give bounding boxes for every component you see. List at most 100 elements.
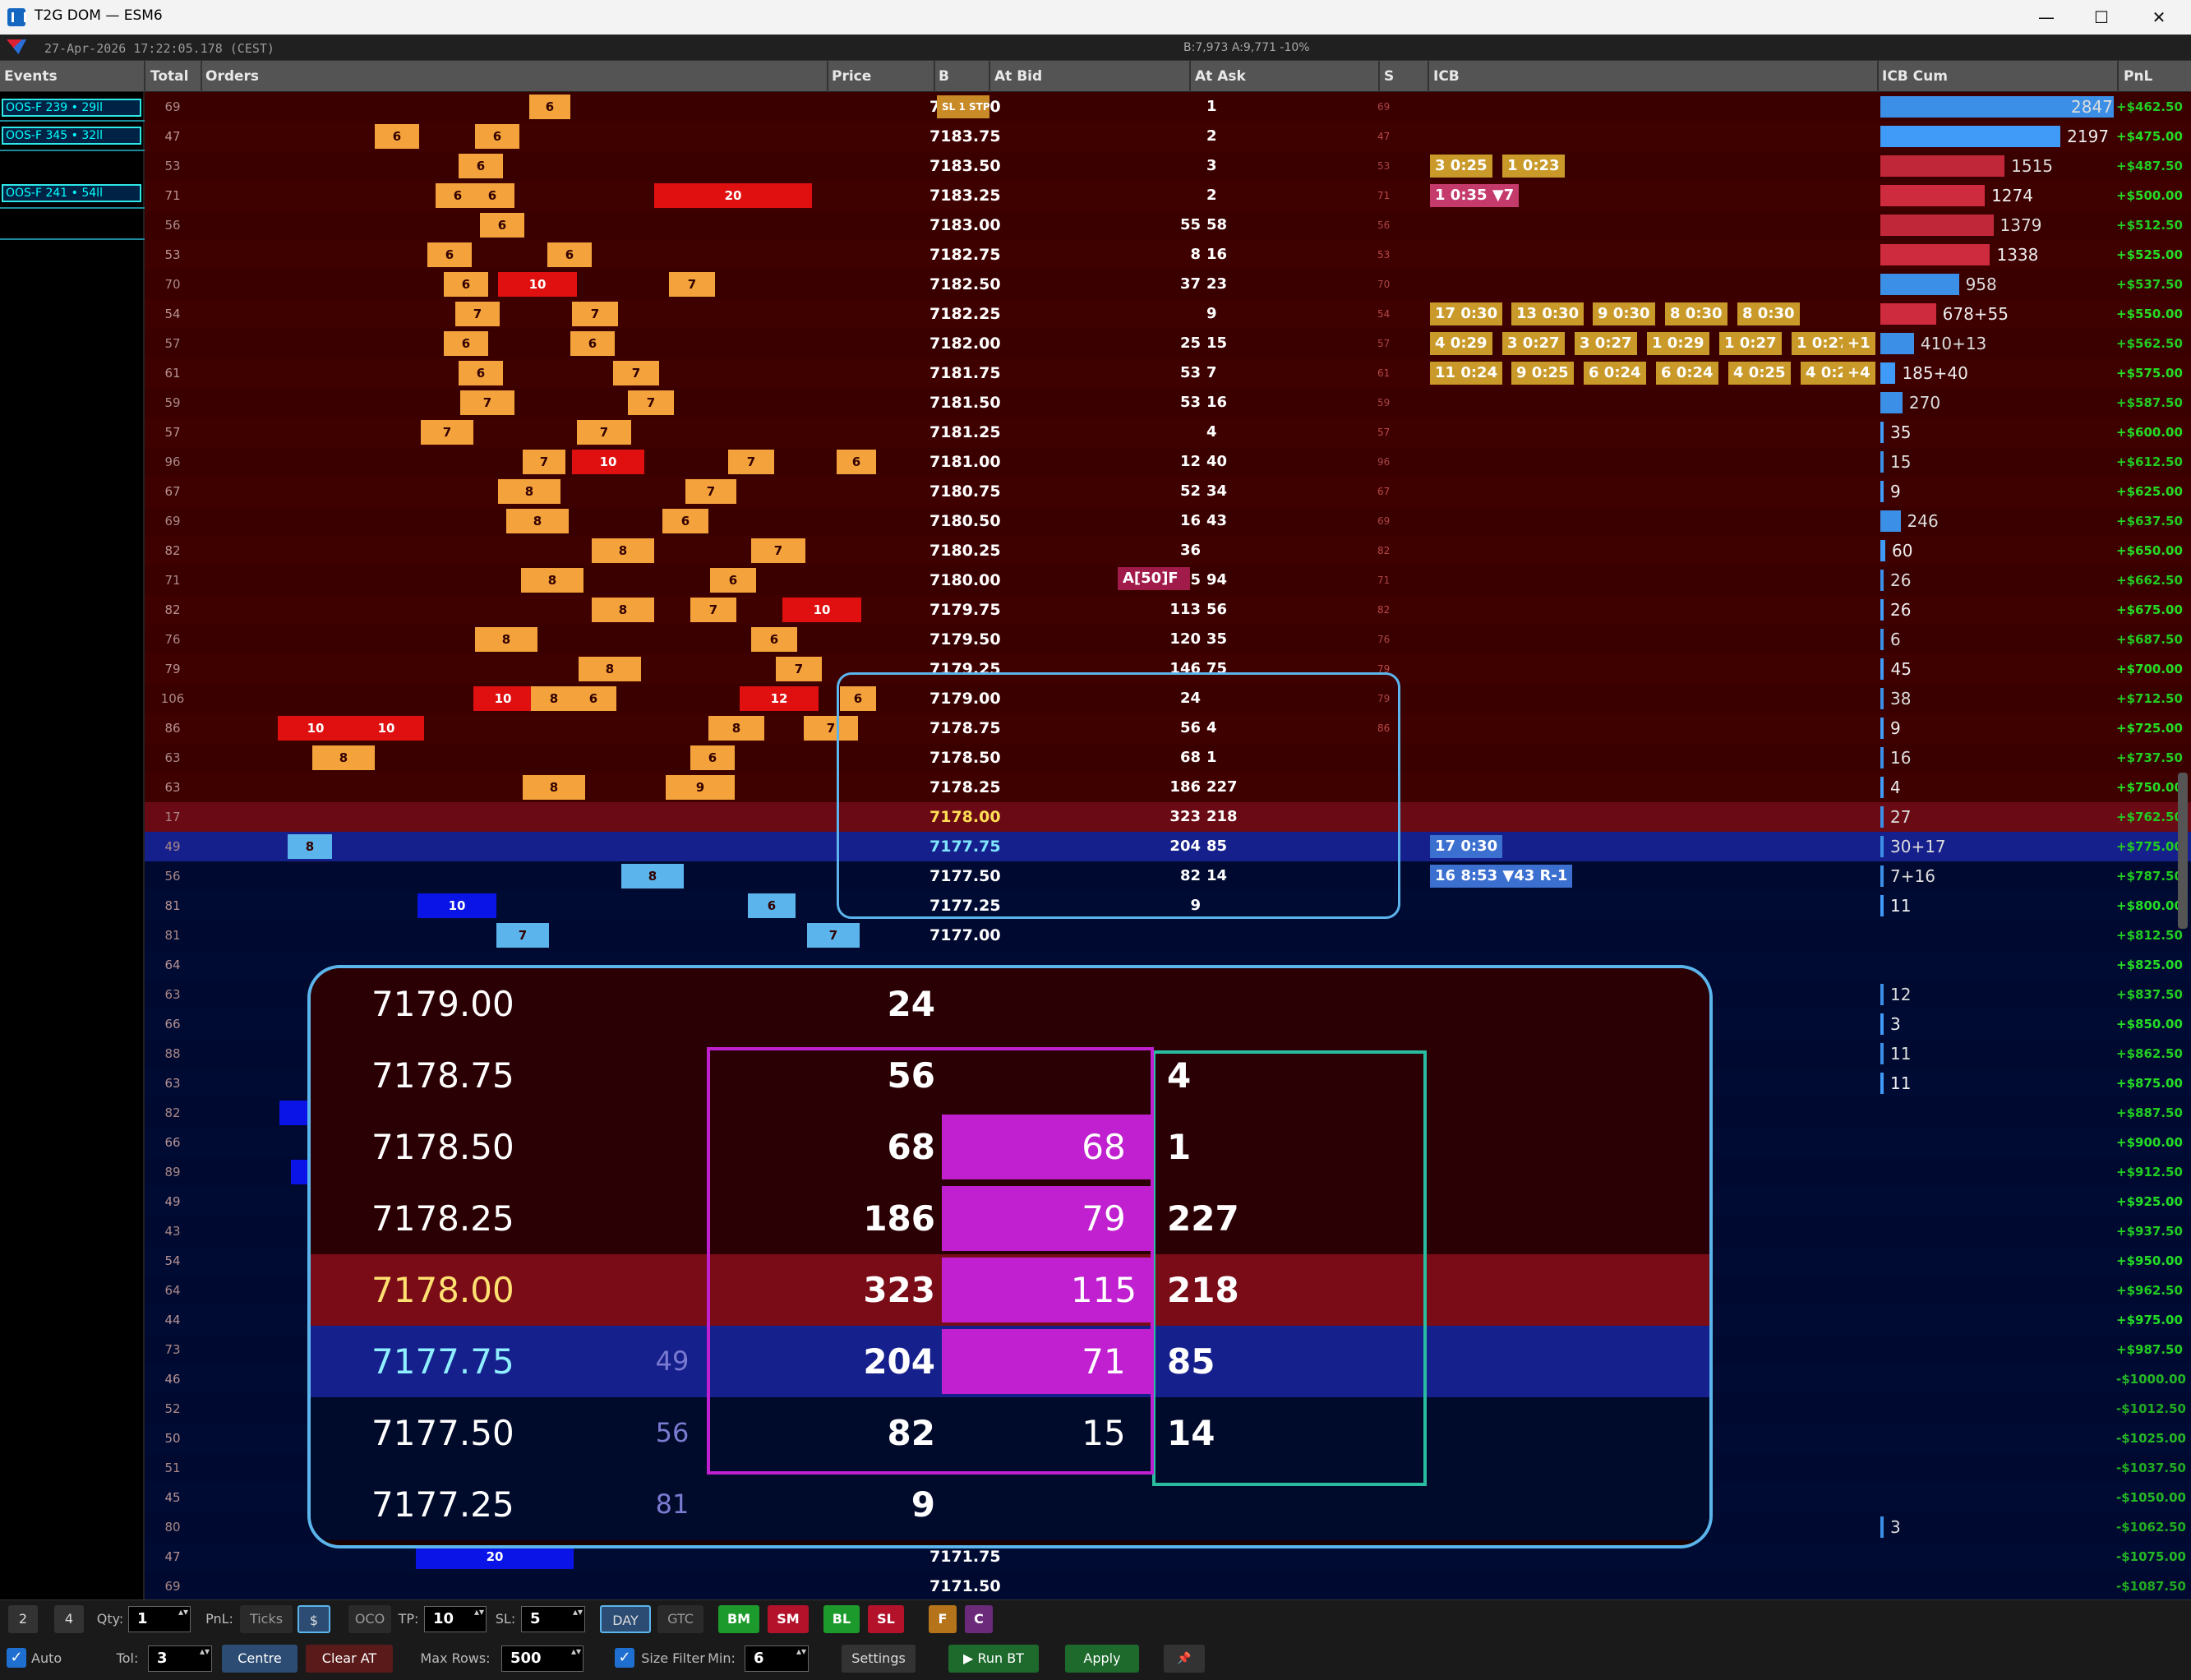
ladder-row[interactable]: 61 7181.75 53 7 61 185+40 +$575.00 (145, 358, 2191, 388)
stop-loss-tag[interactable]: SL 1 STP (937, 95, 990, 118)
icb-tag[interactable]: 13 0:30 (1511, 302, 1584, 325)
resting-order-block[interactable]: 7 (496, 923, 549, 948)
col-orders[interactable]: Orders (205, 68, 259, 85)
col-icb-cum[interactable]: ICB Cum (1882, 68, 1948, 85)
icb-extra-tag[interactable]: +4 (1843, 362, 1875, 385)
resting-order-block[interactable]: 6 (570, 686, 616, 711)
qty-stepper[interactable]: 1 (128, 1606, 191, 1632)
resting-order-block[interactable]: 7 (685, 479, 736, 504)
resting-order-block[interactable]: 10 (782, 598, 861, 622)
resting-order-block[interactable]: 6 (459, 154, 503, 178)
pin-icon[interactable]: 📌 (1164, 1645, 1205, 1673)
icb-tag[interactable]: 3 0:25 (1430, 155, 1492, 178)
col-pnl[interactable]: PnL (2124, 68, 2152, 85)
run-bt-button[interactable]: ▶ Run BT (948, 1645, 1039, 1673)
col-at-ask[interactable]: At Ask (1195, 68, 1246, 85)
ladder-row[interactable]: 96 7181.00 12 40 96 15 +$612.50 (145, 447, 2191, 477)
icb-tag[interactable]: 8 0:30 (1665, 302, 1727, 325)
resting-order-block[interactable]: 7 (523, 450, 565, 474)
icb-tag[interactable]: 17 0:30 (1430, 302, 1503, 325)
resting-order-block[interactable]: 8 (592, 598, 654, 622)
icb-tag[interactable]: 16 8:53 ▼43 R-1 (1430, 865, 1573, 888)
col-icb[interactable]: ICB (1433, 68, 1460, 85)
resting-order-block[interactable]: 7 (577, 420, 631, 445)
ladder-row[interactable]: 59 7181.50 53 16 59 270 +$587.50 (145, 388, 2191, 418)
ladder-row[interactable]: 82 7179.75 113 56 82 26 +$675.00 (145, 595, 2191, 625)
tp-stepper[interactable]: 10 (424, 1606, 487, 1632)
resting-order-block[interactable]: 6 (748, 893, 796, 918)
preset-2-button[interactable]: 2 (8, 1605, 38, 1633)
resting-order-block[interactable]: 6 (427, 242, 472, 267)
col-b[interactable]: B (939, 68, 949, 85)
icb-tag[interactable]: 3 0:27 (1575, 332, 1637, 355)
icb-tag[interactable]: 1 0:27 (1719, 332, 1782, 355)
ladder-row[interactable]: 67 7180.75 52 34 67 9 +$625.00 (145, 477, 2191, 506)
resting-order-block[interactable]: 6 (710, 568, 756, 593)
maximize-button[interactable]: ☐ (2077, 3, 2126, 31)
ladder-row[interactable]: 54 7182.25 9 54 678+55 +$550.00 (145, 299, 2191, 329)
ladder-row[interactable]: 53 7183.50 3 53 1515 +$487.50 (145, 151, 2191, 181)
f-button[interactable]: F (929, 1605, 957, 1633)
resting-order-block[interactable]: 10 (473, 686, 533, 711)
icb-tag[interactable]: 6 0:24 (1584, 362, 1646, 385)
ladder-row[interactable]: 69 7171.50 -$1087.50 (145, 1572, 2191, 1599)
close-button[interactable]: ✕ (2134, 3, 2184, 31)
resting-order-block[interactable]: 8 (475, 627, 537, 652)
resting-order-block[interactable]: 8 (498, 479, 560, 504)
resting-order-block[interactable]: 6 (547, 242, 592, 267)
resting-order-block[interactable]: 9 (666, 775, 735, 800)
resting-order-block[interactable]: 6 (470, 183, 514, 208)
ladder-row[interactable]: 81 7177.00 +$812.50 (145, 921, 2191, 950)
resting-order-block[interactable]: 8 (523, 775, 585, 800)
resting-order-block[interactable]: 10 (348, 716, 424, 741)
resting-order-block[interactable]: 10 (498, 272, 577, 297)
max-rows-stepper[interactable]: 500 (501, 1645, 583, 1672)
clear-at-button[interactable]: Clear AT (306, 1645, 393, 1673)
icb-tag[interactable]: 1 0:23 (1502, 155, 1565, 178)
preset-4-button[interactable]: 4 (54, 1605, 84, 1633)
icb-tag[interactable]: 8 0:30 (1737, 302, 1800, 325)
resting-order-block[interactable]: 6 (837, 450, 876, 474)
resting-order-block[interactable]: 6 (570, 331, 615, 356)
resting-order-block[interactable]: 7 (728, 450, 774, 474)
col-at-bid[interactable]: At Bid (994, 68, 1042, 85)
resting-order-block[interactable]: 6 (375, 124, 419, 149)
ladder-row[interactable]: 697184.001692847+$462.50 (145, 92, 2191, 122)
resting-order-block[interactable]: 7 (807, 923, 860, 948)
resting-order-block[interactable]: 8 (506, 509, 569, 533)
resting-order-block[interactable]: 7 (776, 657, 822, 681)
resting-order-block[interactable]: 6 (662, 509, 708, 533)
ladder-row[interactable]: 69 7180.50 16 43 69 246 +$637.50 (145, 506, 2191, 536)
resting-order-block[interactable]: 8 (621, 864, 684, 888)
resting-order-block[interactable]: 10 (572, 450, 644, 474)
icb-tag[interactable]: 3 0:27 (1502, 332, 1565, 355)
resting-order-block[interactable]: 6 (529, 95, 570, 119)
icb-tag[interactable]: 9 0:25 (1511, 362, 1574, 385)
icb-tag[interactable]: 4 0:25 (1728, 362, 1791, 385)
ladder-row[interactable]: 82 7180.25 36 82 60 +$650.00 (145, 536, 2191, 565)
ticks-toggle[interactable]: Ticks (240, 1605, 293, 1633)
col-s[interactable]: S (1384, 68, 1394, 85)
resting-order-block[interactable]: 8 (579, 657, 641, 681)
sl-button[interactable]: SL (868, 1605, 904, 1633)
oco-toggle[interactable]: OCO (348, 1605, 391, 1633)
sl-stepper[interactable]: 5 (521, 1606, 585, 1632)
resting-order-block[interactable]: 12 (740, 686, 819, 711)
col-price[interactable]: Price (832, 68, 871, 85)
resting-order-block[interactable]: 6 (444, 272, 488, 297)
size-filter-checkbox[interactable]: ✓ (615, 1648, 634, 1668)
resting-order-block[interactable]: 7 (460, 390, 514, 415)
resting-order-block[interactable]: 7 (628, 390, 674, 415)
resting-order-block[interactable]: 8 (312, 745, 375, 770)
auto-center-checkbox[interactable]: ✓ (7, 1648, 26, 1668)
resting-order-block[interactable]: 8 (592, 538, 654, 563)
resting-order-block[interactable]: 7 (751, 538, 805, 563)
ladder-row[interactable]: 47 7183.75 2 47 2197 +$475.00 (145, 122, 2191, 151)
resting-order-block[interactable]: 6 (690, 745, 735, 770)
col-total[interactable]: Total (150, 68, 188, 85)
bl-button[interactable]: BL (823, 1605, 860, 1633)
centre-button[interactable]: Centre (222, 1645, 298, 1673)
icb-tag[interactable]: 9 0:30 (1593, 302, 1655, 325)
resting-order-block[interactable]: 6 (480, 213, 524, 238)
bm-button[interactable]: BM (718, 1605, 759, 1633)
